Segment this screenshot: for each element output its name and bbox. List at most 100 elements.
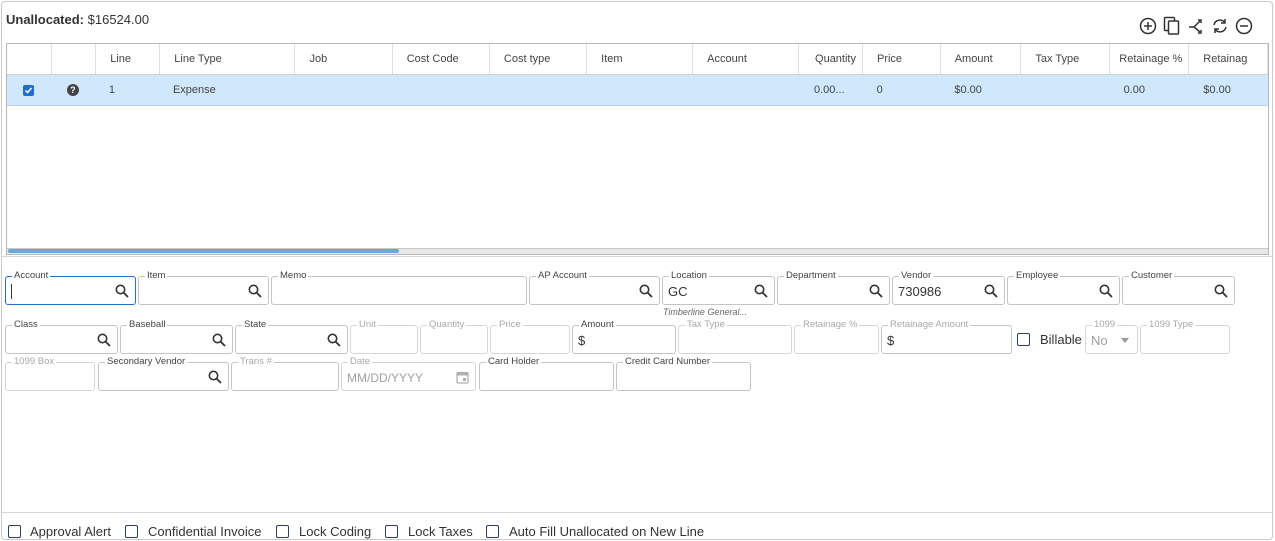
lock-coding-checkbox[interactable] (276, 525, 289, 538)
search-icon[interactable] (97, 333, 111, 347)
refresh-icon[interactable] (1209, 15, 1231, 37)
item-field[interactable]: Item (138, 270, 269, 305)
memo-field[interactable]: Memo (271, 270, 527, 305)
price-field[interactable]: Price (490, 319, 570, 354)
vendor-label: Vendor (899, 270, 934, 281)
header-line-type[interactable]: Line Type (160, 44, 296, 74)
retainage-amount-field[interactable]: Retainage Amount $ (881, 319, 1012, 354)
checkbox-checked-icon[interactable] (23, 84, 35, 96)
class-field[interactable]: Class (5, 319, 118, 354)
employee-field[interactable]: Employee (1007, 270, 1120, 305)
cell-amount: $0.00 (954, 84, 982, 96)
search-icon[interactable] (212, 333, 226, 347)
billable-checkbox[interactable] (1017, 333, 1030, 346)
vendor-field[interactable]: Vendor 730986 (892, 270, 1005, 305)
header-item[interactable]: Item (587, 44, 694, 74)
department-field[interactable]: Department (777, 270, 890, 305)
1099-select[interactable]: 1099 No (1085, 319, 1138, 354)
date-field[interactable]: Date MM/DD/YYYY (341, 356, 476, 391)
header-retainage-pct[interactable]: Retainage % (1110, 44, 1190, 74)
question-icon[interactable]: ? (66, 84, 79, 96)
retainage-pct-label: Retainage % (801, 319, 860, 330)
retainage-amount-label: Retainage Amount (888, 319, 971, 330)
confidential-invoice-checkbox[interactable] (125, 525, 138, 538)
header-cost-code[interactable]: Cost Code (393, 44, 490, 74)
customer-field[interactable]: Customer (1122, 270, 1235, 305)
customer-label: Customer (1129, 270, 1175, 281)
amount-label: Amount (579, 319, 616, 330)
text-caret (11, 284, 12, 299)
row-select-checkbox[interactable] (7, 75, 51, 105)
lock-coding-label: Lock Coding (299, 524, 372, 539)
1099-box-field[interactable]: 1099 Box (5, 356, 95, 391)
header-info (52, 44, 97, 74)
split-icon[interactable] (1185, 15, 1207, 37)
header-job[interactable]: Job (295, 44, 393, 74)
confidential-invoice-label: Confidential Invoice (148, 524, 262, 539)
retainage-pct-field[interactable]: Retainage % (794, 319, 879, 354)
scrollbar-thumb[interactable] (8, 249, 399, 253)
tax-type-label: Tax Type (685, 319, 727, 330)
1099-type-field[interactable]: 1099 Type (1140, 319, 1230, 354)
search-icon[interactable] (754, 284, 768, 298)
header-line[interactable]: Line (96, 44, 161, 74)
trans-number-field[interactable]: Trans # (231, 356, 339, 391)
retainage-amount-value: $ (887, 333, 895, 348)
card-holder-label: Card Holder (486, 356, 542, 367)
search-icon[interactable] (327, 333, 341, 347)
chevron-down-icon[interactable] (1121, 338, 1129, 343)
search-icon[interactable] (984, 284, 998, 298)
search-icon[interactable] (639, 284, 653, 298)
tax-type-field[interactable]: Tax Type (678, 319, 792, 354)
ap-account-label: AP Account (536, 270, 589, 281)
search-icon[interactable] (1099, 284, 1113, 298)
cell-retainage-pct: 0.00 (1123, 84, 1145, 96)
lock-taxes-checkbox[interactable] (385, 525, 398, 538)
calendar-icon[interactable] (456, 370, 469, 384)
search-icon[interactable] (208, 370, 222, 384)
add-circle-icon[interactable] (1137, 15, 1159, 37)
header-account[interactable]: Account (693, 44, 800, 74)
remove-circle-icon[interactable] (1233, 15, 1255, 37)
quantity-field[interactable]: Quantity (420, 319, 488, 354)
header-amount[interactable]: Amount (941, 44, 1022, 74)
search-icon[interactable] (115, 284, 129, 298)
row-info[interactable]: ? (51, 75, 95, 105)
unit-field[interactable]: Unit (350, 319, 418, 354)
state-field[interactable]: State (235, 319, 348, 354)
search-icon[interactable] (869, 284, 883, 298)
header-tax-type[interactable]: Tax Type (1021, 44, 1110, 74)
account-field[interactable]: Account (5, 270, 136, 305)
ap-account-field[interactable]: AP Account (529, 270, 660, 305)
unit-label: Unit (357, 319, 378, 330)
card-holder-field[interactable]: Card Holder (479, 356, 614, 391)
credit-card-number-label: Credit Card Number (623, 356, 712, 367)
baseball-label: Baseball (127, 319, 168, 330)
search-icon[interactable] (1214, 284, 1228, 298)
auto-fill-checkbox[interactable] (486, 525, 499, 538)
grid-toolbar (1137, 15, 1255, 37)
1099-box-label: 1099 Box (12, 356, 57, 367)
approval-alert-checkbox[interactable] (8, 525, 21, 538)
header-retainage[interactable]: Retainag (1189, 44, 1268, 74)
header-select[interactable] (7, 44, 52, 74)
cell-cost-code (392, 75, 489, 105)
cell-item (586, 75, 692, 105)
horizontal-scrollbar[interactable] (7, 248, 1268, 254)
table-row[interactable]: ? 1 Expense 0.00... 0 $0.00 0.00 $0.00 (7, 75, 1268, 106)
line-items-panel: Unallocated: $16524.00 Line Line Type Jo… (1, 1, 1273, 257)
baseball-field[interactable]: Baseball (120, 319, 233, 354)
location-field[interactable]: Location GC (662, 270, 775, 305)
trans-number-label: Trans # (238, 356, 274, 367)
date-placeholder: MM/DD/YYYY (347, 371, 424, 385)
credit-card-number-field[interactable]: Credit Card Number (616, 356, 751, 391)
copy-icon[interactable] (1161, 15, 1183, 37)
search-icon[interactable] (248, 284, 262, 298)
header-price[interactable]: Price (863, 44, 941, 74)
header-quantity[interactable]: Quantity (799, 44, 863, 74)
header-cost-type[interactable]: Cost type (490, 44, 588, 74)
department-label: Department (784, 270, 838, 281)
price-label: Price (497, 319, 523, 330)
amount-field[interactable]: Amount $ (572, 319, 676, 354)
secondary-vendor-field[interactable]: Secondary Vendor (98, 356, 229, 391)
